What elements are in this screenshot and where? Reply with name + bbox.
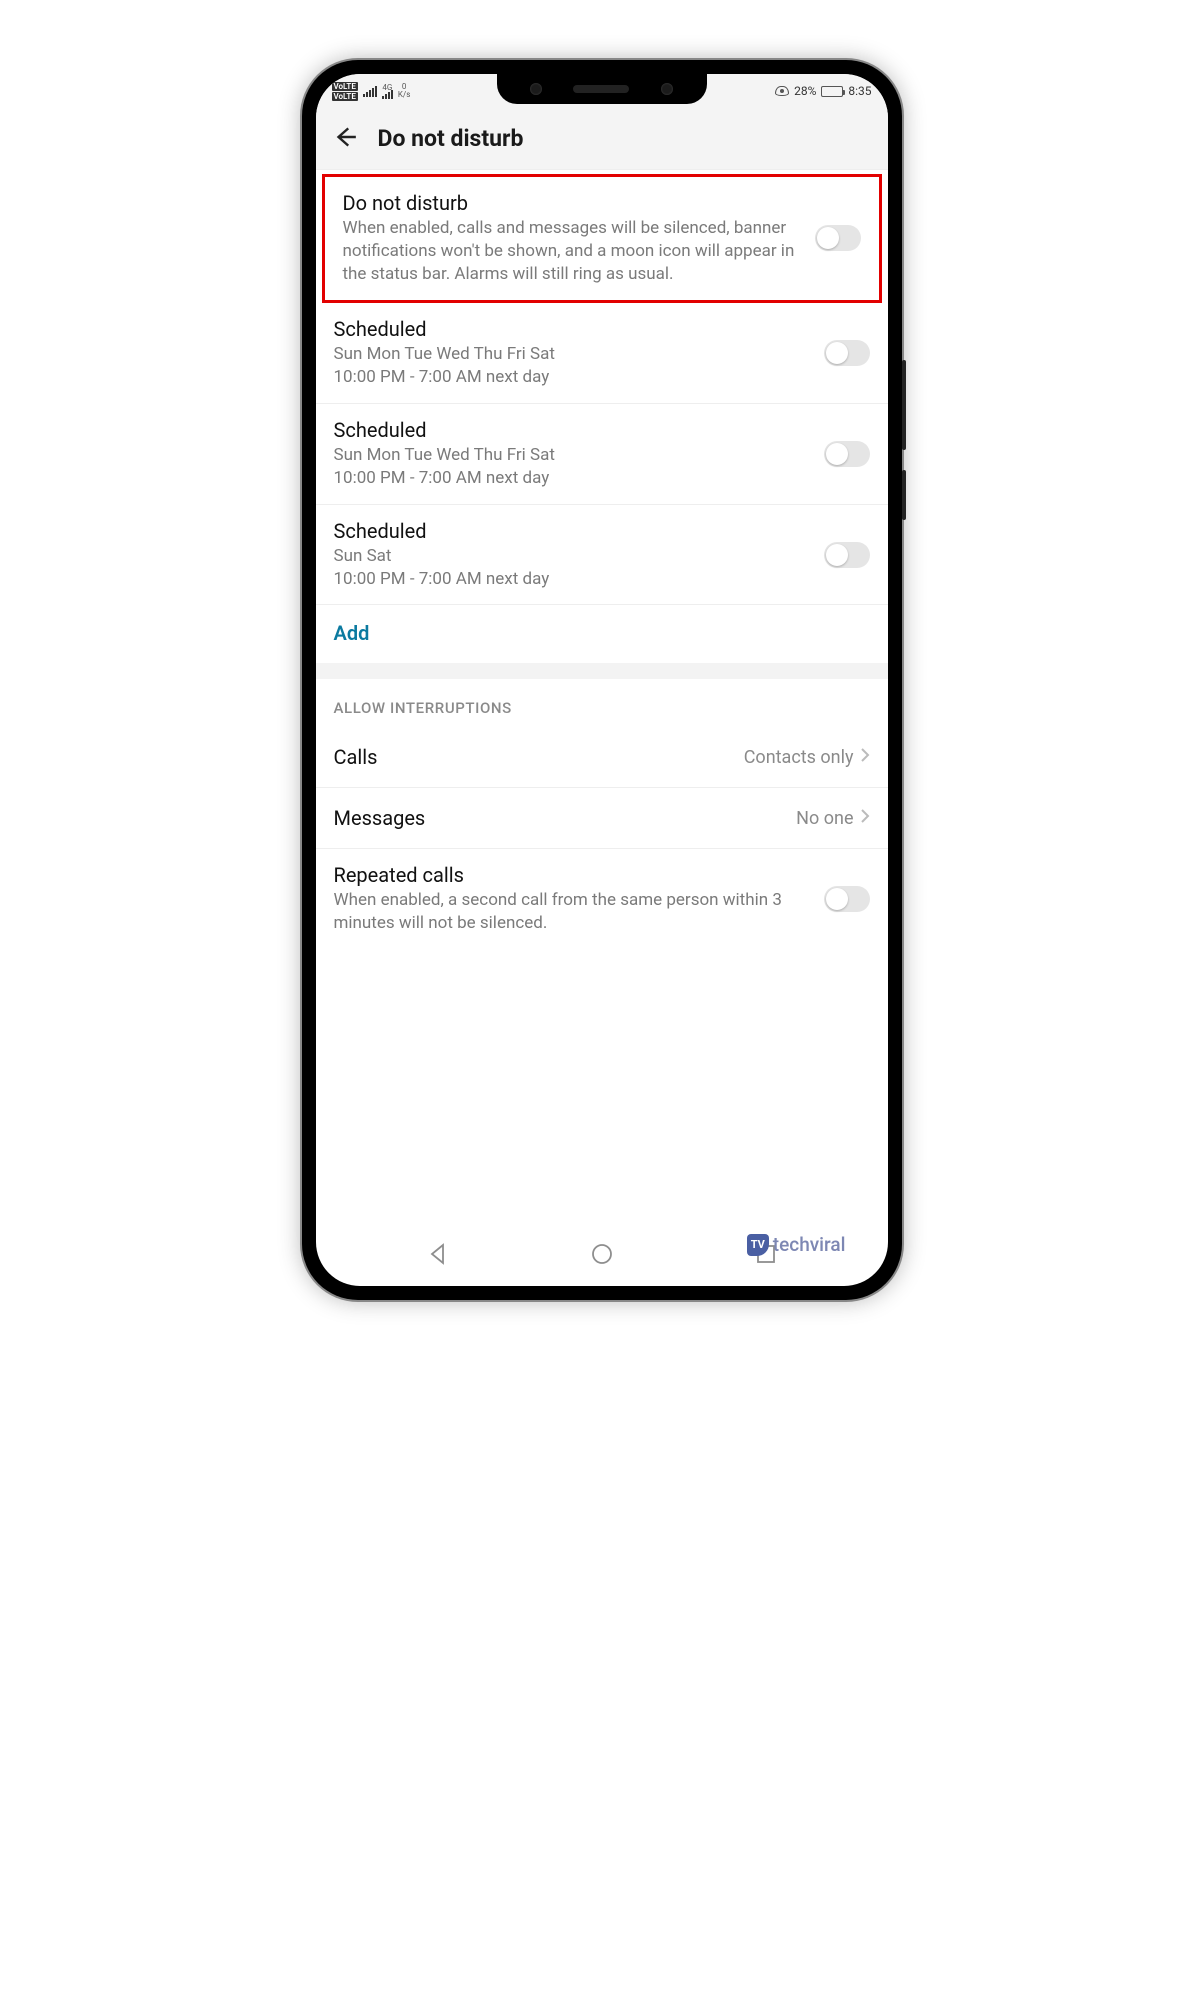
chevron-right-icon: [860, 808, 870, 829]
eye-comfort-icon: [775, 86, 789, 96]
content-area: Do not disturb When enabled, calls and m…: [316, 170, 888, 1226]
calls-row[interactable]: Calls Contacts only: [316, 727, 888, 788]
add-schedule-button[interactable]: Add: [316, 605, 888, 663]
screen: VoLTE VoLTE 4G 0 K/s 28% 8:35: [316, 74, 888, 1286]
repeated-calls-title: Repeated calls: [334, 863, 810, 887]
schedule-time: 10:00 PM - 7:00 AM next day: [334, 467, 810, 490]
schedule-title: Scheduled: [334, 418, 810, 442]
dnd-title: Do not disturb: [343, 191, 801, 215]
dnd-description: When enabled, calls and messages will be…: [343, 217, 801, 286]
nav-back-icon[interactable]: [426, 1242, 450, 1270]
schedule-days: Sun Mon Tue Wed Thu Fri Sat: [334, 444, 810, 467]
schedule-days: Sun Sat: [334, 545, 810, 568]
nav-home-icon[interactable]: [590, 1242, 614, 1270]
calls-value: Contacts only: [744, 747, 854, 768]
highlight-box: Do not disturb When enabled, calls and m…: [322, 174, 882, 303]
interruptions-header: ALLOW INTERRUPTIONS: [316, 679, 888, 727]
calls-label: Calls: [334, 745, 378, 769]
schedule-row[interactable]: Scheduled Sun Sat 10:00 PM - 7:00 AM nex…: [316, 505, 888, 606]
schedule-title: Scheduled: [334, 519, 810, 543]
battery-percent: 28%: [794, 84, 816, 98]
messages-label: Messages: [334, 806, 426, 830]
network-label: 4G: [382, 84, 393, 99]
schedule-row[interactable]: Scheduled Sun Mon Tue Wed Thu Fri Sat 10…: [316, 303, 888, 404]
notch: [497, 74, 707, 104]
power-button: [902, 470, 906, 520]
watermark-text: techviral: [773, 1233, 846, 1256]
phone-frame: VoLTE VoLTE 4G 0 K/s 28% 8:35: [302, 60, 902, 1300]
dnd-master-row[interactable]: Do not disturb When enabled, calls and m…: [325, 177, 879, 300]
repeated-calls-description: When enabled, a second call from the sam…: [334, 889, 810, 935]
dnd-toggle[interactable]: [815, 225, 861, 251]
repeated-calls-toggle[interactable]: [824, 886, 870, 912]
clock: 8:35: [848, 84, 871, 98]
volume-button: [902, 360, 906, 450]
watermark-logo: TV: [747, 1234, 769, 1256]
schedule-toggle[interactable]: [824, 441, 870, 467]
schedule-toggle[interactable]: [824, 542, 870, 568]
schedule-time: 10:00 PM - 7:00 AM next day: [334, 366, 810, 389]
section-divider: [316, 663, 888, 679]
battery-icon: [821, 86, 843, 97]
schedule-toggle[interactable]: [824, 340, 870, 366]
schedule-row[interactable]: Scheduled Sun Mon Tue Wed Thu Fri Sat 10…: [316, 404, 888, 505]
repeated-calls-row[interactable]: Repeated calls When enabled, a second ca…: [316, 849, 888, 949]
data-speed: 0 K/s: [398, 83, 410, 99]
page-title: Do not disturb: [378, 125, 524, 152]
back-arrow-icon[interactable]: [332, 124, 358, 154]
watermark: TV techviral: [747, 1233, 846, 1256]
chevron-right-icon: [860, 747, 870, 768]
signal-icon: [363, 85, 377, 97]
messages-value: No one: [796, 808, 853, 829]
app-header: Do not disturb: [316, 108, 888, 170]
schedule-time: 10:00 PM - 7:00 AM next day: [334, 568, 810, 591]
schedule-title: Scheduled: [334, 317, 810, 341]
schedule-days: Sun Mon Tue Wed Thu Fri Sat: [334, 343, 810, 366]
messages-row[interactable]: Messages No one: [316, 788, 888, 849]
volte-indicator: VoLTE VoLTE: [332, 82, 358, 101]
